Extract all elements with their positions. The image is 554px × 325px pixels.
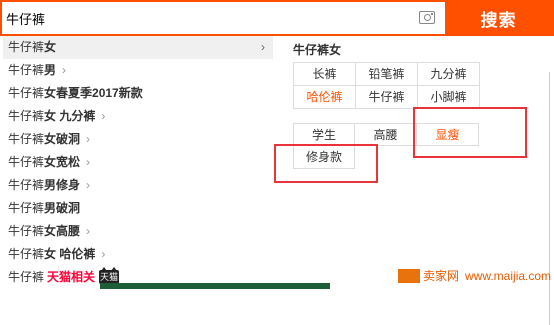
watermark-url: www.maijia.com — [465, 269, 552, 283]
suggestion-tail: 女 — [44, 40, 57, 54]
chevron-right-icon: › — [86, 224, 91, 238]
suggestion-item[interactable]: 牛仔裤女 › — [3, 36, 273, 59]
tag-item[interactable]: 显瘦 — [417, 123, 479, 146]
tag-group-styles: 长裤 铅笔裤 九分裤 哈伦裤 牛仔裤 小脚裤 — [293, 62, 480, 109]
suggestion-tail: 男破洞 — [44, 201, 81, 215]
suggestion-query: 牛仔裤 — [8, 109, 45, 123]
suggestion-query: 牛仔裤 — [8, 132, 45, 146]
watermark: 卖家网 www.maijia.com — [398, 266, 551, 286]
suggestion-query: 牛仔裤 — [8, 40, 45, 54]
suggestion-item[interactable]: 牛仔裤女宽松 › — [3, 151, 273, 174]
suggestion-item[interactable]: 牛仔裤女 九分裤 › — [3, 105, 273, 128]
suggestion-query: 牛仔裤 — [8, 247, 45, 261]
suggestion-query: 牛仔裤 — [8, 201, 45, 215]
suggestion-tail: 男 — [44, 63, 57, 77]
chevron-right-icon: › — [101, 109, 106, 123]
search-button[interactable]: 搜索 — [445, 2, 552, 34]
tmall-cat-icon: 天猫 — [99, 266, 120, 284]
suggestion-tail: 女宽松 — [44, 155, 81, 169]
suggestion-tail: 女 九分裤 — [44, 109, 96, 123]
suggestion-query: 牛仔裤 — [8, 270, 45, 284]
suggestion-dropdown: 牛仔裤女 › 牛仔裤男 › 牛仔裤女春夏季2017新款 牛仔裤女 九分裤 › 牛仔裤女… — [0, 36, 554, 325]
tag-item[interactable]: 铅笔裤 — [356, 63, 418, 86]
tag-item[interactable]: 高腰 — [355, 123, 417, 146]
panel-title: 牛仔裤女 — [293, 43, 342, 57]
related-tags-panel: 牛仔裤女 长裤 铅笔裤 九分裤 哈伦裤 牛仔裤 小脚裤 学生 高腰 显瘦 修身款 — [273, 36, 554, 289]
suggestion-item[interactable]: 牛仔裤女春夏季2017新款 — [3, 82, 273, 105]
watermark-brand: 卖家网 — [423, 269, 460, 283]
suggestion-tail: 女春夏季2017新款 — [44, 86, 143, 100]
chevron-right-icon: › — [261, 40, 265, 54]
suggestion-tail: 女 哈伦裤 — [44, 247, 96, 261]
chevron-right-icon: › — [101, 247, 106, 261]
chevron-right-icon: › — [86, 178, 91, 192]
tag-item[interactable]: 哈伦裤 — [294, 86, 356, 109]
suggestion-query: 牛仔裤 — [8, 63, 45, 77]
suggestion-tail: 女破洞 — [44, 132, 81, 146]
tag-group-features: 学生 高腰 显瘦 修身款 — [293, 123, 479, 169]
suggestion-tail: 男修身 — [44, 178, 81, 192]
tag-item[interactable]: 牛仔裤 — [356, 86, 418, 109]
tag-item[interactable]: 修身款 — [293, 146, 355, 169]
chevron-right-icon: › — [86, 132, 91, 146]
tag-item[interactable]: 小脚裤 — [418, 86, 480, 109]
suggestion-item[interactable]: 牛仔裤男破洞 — [3, 197, 273, 220]
chevron-right-icon: › — [86, 155, 91, 169]
suggestion-query: 牛仔裤 — [8, 178, 45, 192]
search-bar: 搜索 — [0, 0, 554, 36]
tag-item[interactable]: 长裤 — [294, 63, 356, 86]
suggestion-list: 牛仔裤女 › 牛仔裤男 › 牛仔裤女春夏季2017新款 牛仔裤女 九分裤 › 牛仔裤女… — [3, 36, 273, 289]
camera-icon[interactable] — [419, 11, 435, 24]
suggestion-item[interactable]: 牛仔裤女破洞 › — [3, 128, 273, 151]
suggestion-item[interactable]: 牛仔裤男 › — [3, 59, 273, 82]
suggestion-tail: 女高腰 — [44, 224, 81, 238]
suggestion-query: 牛仔裤 — [8, 86, 45, 100]
tag-item[interactable]: 九分裤 — [418, 63, 480, 86]
tag-item[interactable]: 学生 — [293, 123, 355, 146]
page-edge — [549, 72, 554, 325]
suggestion-query: 牛仔裤 — [8, 155, 45, 169]
suggestion-item[interactable]: 牛仔裤女高腰 › — [3, 220, 273, 243]
suggestion-query: 牛仔裤 — [8, 224, 45, 238]
chevron-right-icon: › — [62, 63, 67, 77]
suggestion-item[interactable]: 牛仔裤女 哈伦裤 › — [3, 243, 273, 266]
brand-logo-icon — [398, 268, 420, 283]
suggestion-item[interactable]: 牛仔裤男修身 › — [3, 174, 273, 197]
tmall-related-label: 天猫相关 — [47, 270, 96, 284]
search-input[interactable] — [6, 7, 406, 29]
